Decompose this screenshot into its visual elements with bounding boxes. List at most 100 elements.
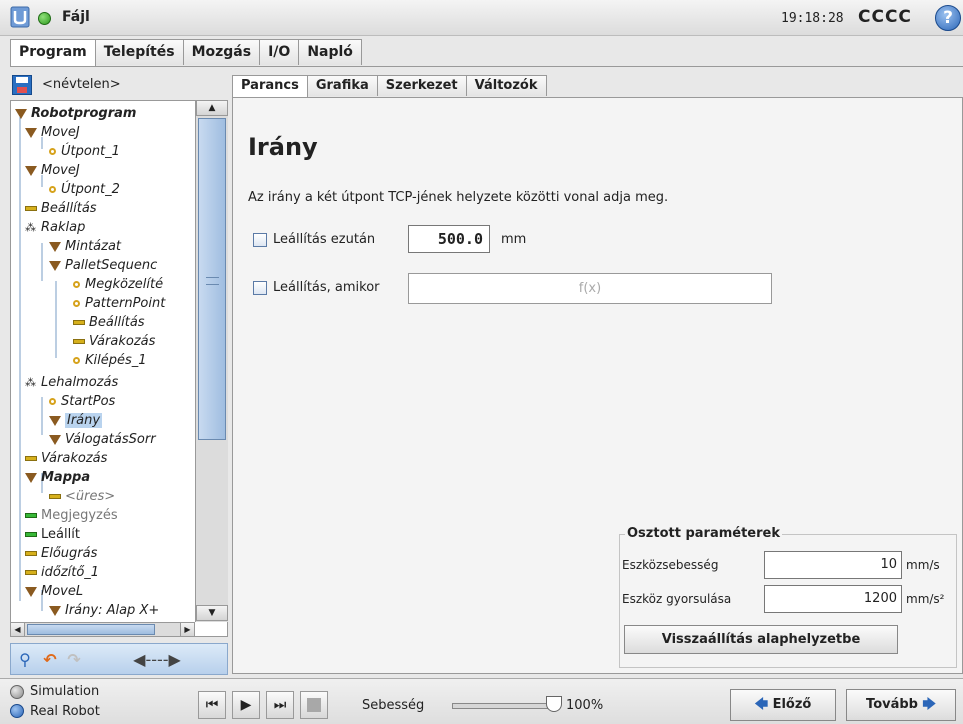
speed-label: Sebesség bbox=[362, 698, 425, 713]
tree-item[interactable]: Megjegyzés bbox=[25, 506, 118, 525]
tree-item[interactable]: MoveL bbox=[25, 582, 83, 601]
step-icon[interactable]: ⏭ bbox=[266, 691, 294, 719]
tab-installation[interactable]: Telepítés bbox=[94, 39, 184, 65]
tree-item[interactable]: Útpont_2 bbox=[49, 180, 120, 199]
triangle-icon bbox=[49, 415, 61, 426]
tab-command[interactable]: Parancs bbox=[232, 75, 308, 98]
arrow-left-icon: 🡄 bbox=[754, 697, 773, 712]
tree-item[interactable]: Beállítás bbox=[25, 199, 97, 218]
arrow-right-icon: 🡆 bbox=[917, 697, 936, 712]
tree-item[interactable]: Megközelíté bbox=[73, 275, 163, 294]
speed-slider[interactable] bbox=[452, 703, 556, 709]
clock: 19:18:28 bbox=[781, 11, 844, 26]
title-bar: Fájl 19:18:28 CCCC ? bbox=[0, 0, 963, 36]
help-button[interactable]: ? bbox=[935, 5, 961, 31]
bar-icon bbox=[49, 494, 61, 499]
tab-graphics[interactable]: Grafika bbox=[306, 75, 378, 96]
robot-name: CCCC bbox=[858, 7, 912, 27]
program-header: <névtelen> bbox=[10, 73, 228, 99]
scroll-down-icon[interactable]: ▼ bbox=[196, 605, 228, 621]
search-icon[interactable]: ⚲ bbox=[15, 648, 35, 672]
stop-after-label: Leállítás ezután bbox=[273, 232, 376, 247]
tree-vertical-scrollbar[interactable]: ▲ ▼ bbox=[195, 100, 228, 622]
tab-variables[interactable]: Változók bbox=[465, 75, 547, 96]
tab-divider bbox=[10, 66, 963, 67]
previous-button[interactable]: 🡄 Előző bbox=[730, 689, 836, 721]
tab-move[interactable]: Mozgás bbox=[182, 39, 261, 65]
tree-item-selected[interactable]: Irány bbox=[49, 411, 103, 430]
tree-item[interactable]: Robotprogram bbox=[15, 104, 136, 123]
reset-defaults-button[interactable]: Visszaállítás alaphelyzetbe bbox=[624, 625, 898, 654]
simulation-radio[interactable] bbox=[10, 685, 24, 699]
pallet-icon: ⁂ bbox=[25, 376, 36, 389]
tree-item[interactable]: ⁂ Lehalmozás bbox=[25, 373, 118, 392]
tree-item[interactable]: Leállít bbox=[25, 525, 80, 544]
rewind-icon[interactable]: ⏮ bbox=[198, 691, 226, 719]
speed-slider-knob[interactable] bbox=[546, 696, 562, 712]
tree-item[interactable]: Várakozás bbox=[25, 449, 107, 468]
save-icon[interactable] bbox=[12, 75, 32, 95]
tree-item[interactable]: PalletSequenc bbox=[49, 256, 157, 275]
bar-icon bbox=[25, 570, 37, 575]
waypoint-icon bbox=[73, 357, 80, 364]
triangle-icon bbox=[49, 241, 61, 252]
file-menu[interactable]: Fájl bbox=[62, 9, 90, 25]
bar-icon bbox=[73, 320, 85, 325]
tab-program[interactable]: Program bbox=[10, 39, 96, 67]
green-bar-icon bbox=[25, 532, 37, 537]
tree-item[interactable]: Várakozás bbox=[73, 332, 155, 351]
triangle-icon bbox=[49, 605, 61, 616]
scroll-h-thumb[interactable] bbox=[27, 624, 155, 635]
triangle-icon bbox=[25, 165, 37, 176]
tree-item[interactable]: Mintázat bbox=[49, 237, 121, 256]
bar-icon bbox=[25, 456, 37, 461]
bottom-bar: Simulation Real Robot ⏮ ▶ ⏭ Sebesség 100… bbox=[0, 678, 963, 724]
play-icon[interactable]: ▶ bbox=[232, 691, 260, 719]
tab-io[interactable]: I/O bbox=[259, 39, 300, 65]
stop-when-checkbox[interactable] bbox=[253, 281, 267, 295]
redo-icon[interactable]: ↷ bbox=[63, 648, 85, 672]
tree-item[interactable]: Mappa bbox=[25, 468, 90, 487]
tree-item[interactable]: Irány: Alap X+ bbox=[49, 601, 159, 620]
stop-after-checkbox[interactable] bbox=[253, 233, 267, 247]
scroll-thumb[interactable] bbox=[198, 118, 226, 440]
tree-item[interactable]: PatternPoint bbox=[73, 294, 165, 313]
tree-item[interactable]: Előugrás bbox=[25, 544, 97, 563]
stop-icon[interactable] bbox=[300, 691, 328, 719]
stop-after-field[interactable]: 500.0 bbox=[408, 225, 490, 253]
tool-speed-field[interactable]: 10 bbox=[764, 551, 902, 579]
tree-item[interactable]: MoveJ bbox=[25, 161, 80, 180]
bar-icon bbox=[25, 206, 37, 211]
tree-item[interactable]: <üres> bbox=[49, 487, 115, 506]
waypoint-icon bbox=[49, 186, 56, 193]
tree-item[interactable]: Kilépés_1 bbox=[73, 351, 147, 370]
tab-structure[interactable]: Szerkezet bbox=[376, 75, 467, 96]
stop-when-expression-field[interactable]: f(x) bbox=[408, 273, 772, 304]
move-arrows-icon[interactable]: ◀----▶ bbox=[107, 648, 207, 672]
tool-accel-unit: mm/s² bbox=[906, 592, 945, 606]
triangle-icon bbox=[25, 586, 37, 597]
next-button[interactable]: Tovább 🡆 bbox=[846, 689, 956, 721]
tool-accel-field[interactable]: 1200 bbox=[764, 585, 902, 613]
tree-horizontal-scrollbar[interactable]: ◀ ▶ bbox=[10, 622, 195, 637]
tree-item[interactable]: MoveJ bbox=[25, 123, 80, 142]
shared-parameters-group: Osztott paraméterek Eszközsebesség 10 mm… bbox=[619, 526, 957, 668]
tree-item[interactable]: VálogatásSorr bbox=[49, 430, 156, 449]
undo-icon[interactable]: ↶ bbox=[39, 648, 61, 672]
tree-item[interactable]: Beállítás bbox=[73, 313, 145, 332]
tree-item[interactable]: időzítő_1 bbox=[25, 563, 99, 582]
scroll-left-icon[interactable]: ◀ bbox=[11, 623, 25, 636]
triangle-icon bbox=[49, 260, 61, 271]
triangle-icon bbox=[25, 127, 37, 138]
pallet-icon: ⁂ bbox=[25, 221, 36, 234]
waypoint-icon bbox=[49, 148, 56, 155]
scroll-up-icon[interactable]: ▲ bbox=[196, 100, 228, 116]
scroll-right-icon[interactable]: ▶ bbox=[180, 623, 194, 636]
tab-log[interactable]: Napló bbox=[298, 39, 362, 65]
tree-item[interactable]: Útpont_1 bbox=[49, 142, 120, 161]
real-robot-radio[interactable] bbox=[10, 704, 24, 718]
tree-item[interactable]: StartPos bbox=[49, 392, 115, 411]
tree-item[interactable]: ⁂ Raklap bbox=[25, 218, 85, 237]
speed-value: 100% bbox=[566, 698, 604, 713]
waypoint-icon bbox=[49, 398, 56, 405]
